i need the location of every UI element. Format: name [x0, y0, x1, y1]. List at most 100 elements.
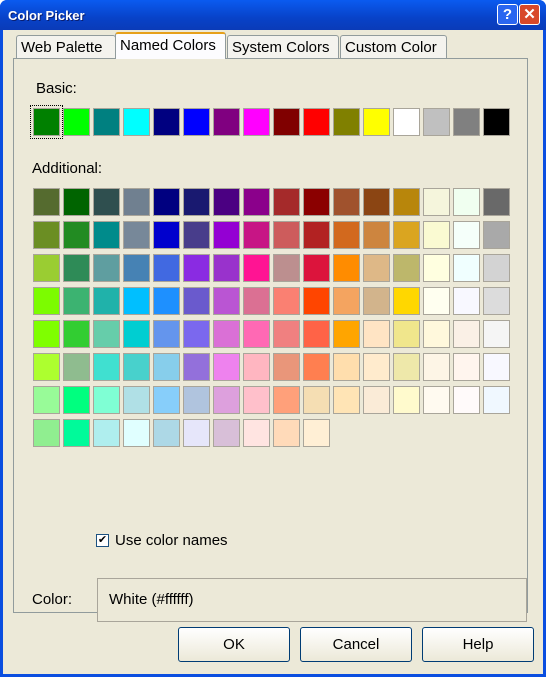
basic-color-swatch[interactable]: [363, 108, 390, 136]
additional-color-swatch[interactable]: [303, 320, 330, 348]
additional-color-swatch[interactable]: [393, 287, 420, 315]
additional-color-swatch[interactable]: [423, 320, 450, 348]
additional-color-swatch[interactable]: [63, 188, 90, 216]
additional-color-swatch[interactable]: [363, 254, 390, 282]
additional-color-swatch[interactable]: [273, 386, 300, 414]
additional-color-swatch[interactable]: [33, 320, 60, 348]
additional-color-swatch[interactable]: [213, 320, 240, 348]
additional-color-swatch[interactable]: [93, 221, 120, 249]
additional-color-swatch[interactable]: [63, 221, 90, 249]
additional-color-swatch[interactable]: [153, 419, 180, 447]
additional-color-swatch[interactable]: [33, 419, 60, 447]
additional-color-swatch[interactable]: [33, 353, 60, 381]
additional-color-swatch[interactable]: [243, 254, 270, 282]
additional-color-swatch[interactable]: [183, 419, 210, 447]
basic-color-swatch[interactable]: [453, 108, 480, 136]
additional-color-swatch[interactable]: [363, 386, 390, 414]
basic-color-swatch[interactable]: [393, 108, 420, 136]
ok-button[interactable]: OK: [178, 627, 290, 662]
additional-color-swatch[interactable]: [303, 221, 330, 249]
additional-color-swatch[interactable]: [123, 386, 150, 414]
additional-color-swatch[interactable]: [483, 287, 510, 315]
additional-color-swatch[interactable]: [453, 287, 480, 315]
additional-color-swatch[interactable]: [33, 188, 60, 216]
additional-color-swatch[interactable]: [333, 320, 360, 348]
additional-color-swatch[interactable]: [303, 386, 330, 414]
additional-color-swatch[interactable]: [33, 221, 60, 249]
tab-system-colors[interactable]: System Colors: [227, 35, 339, 58]
additional-color-swatch[interactable]: [33, 386, 60, 414]
additional-color-swatch[interactable]: [303, 419, 330, 447]
additional-color-swatch[interactable]: [453, 221, 480, 249]
additional-color-swatch[interactable]: [123, 320, 150, 348]
close-button[interactable]: ✕: [519, 4, 540, 25]
basic-color-swatch[interactable]: [183, 108, 210, 136]
additional-color-swatch[interactable]: [333, 221, 360, 249]
additional-color-swatch[interactable]: [213, 419, 240, 447]
basic-color-swatch[interactable]: [273, 108, 300, 136]
additional-color-swatch[interactable]: [453, 386, 480, 414]
additional-color-swatch[interactable]: [183, 221, 210, 249]
basic-color-swatch[interactable]: [333, 108, 360, 136]
additional-color-swatch[interactable]: [33, 254, 60, 282]
additional-color-swatch[interactable]: [213, 188, 240, 216]
additional-color-swatch[interactable]: [63, 353, 90, 381]
additional-color-swatch[interactable]: [423, 287, 450, 315]
additional-color-swatch[interactable]: [363, 287, 390, 315]
additional-color-swatch[interactable]: [333, 254, 360, 282]
additional-color-swatch[interactable]: [363, 188, 390, 216]
additional-color-swatch[interactable]: [483, 386, 510, 414]
basic-color-swatch[interactable]: [303, 108, 330, 136]
additional-color-swatch[interactable]: [453, 188, 480, 216]
additional-color-swatch[interactable]: [63, 287, 90, 315]
additional-color-swatch[interactable]: [273, 353, 300, 381]
additional-color-swatch[interactable]: [333, 386, 360, 414]
additional-color-swatch[interactable]: [63, 254, 90, 282]
additional-color-swatch[interactable]: [213, 221, 240, 249]
additional-color-swatch[interactable]: [273, 287, 300, 315]
additional-color-swatch[interactable]: [153, 353, 180, 381]
tab-named-colors[interactable]: Named Colors: [115, 32, 226, 59]
additional-color-swatch[interactable]: [183, 320, 210, 348]
additional-color-swatch[interactable]: [303, 254, 330, 282]
additional-color-swatch[interactable]: [153, 221, 180, 249]
additional-color-swatch[interactable]: [393, 386, 420, 414]
additional-color-swatch[interactable]: [93, 386, 120, 414]
additional-color-swatch[interactable]: [183, 254, 210, 282]
additional-color-swatch[interactable]: [243, 419, 270, 447]
additional-color-swatch[interactable]: [153, 320, 180, 348]
additional-color-swatch[interactable]: [483, 188, 510, 216]
use-color-names-label[interactable]: Use color names: [115, 532, 228, 549]
additional-color-swatch[interactable]: [213, 287, 240, 315]
additional-color-swatch[interactable]: [333, 353, 360, 381]
basic-color-swatch[interactable]: [483, 108, 510, 136]
additional-color-swatch[interactable]: [303, 287, 330, 315]
additional-color-swatch[interactable]: [333, 287, 360, 315]
additional-color-swatch[interactable]: [363, 221, 390, 249]
additional-color-swatch[interactable]: [453, 320, 480, 348]
additional-color-swatch[interactable]: [153, 386, 180, 414]
basic-color-swatch[interactable]: [93, 108, 120, 136]
additional-color-swatch[interactable]: [243, 188, 270, 216]
additional-color-swatch[interactable]: [243, 386, 270, 414]
additional-color-swatch[interactable]: [273, 188, 300, 216]
additional-color-swatch[interactable]: [423, 254, 450, 282]
additional-color-swatch[interactable]: [273, 254, 300, 282]
additional-color-swatch[interactable]: [93, 254, 120, 282]
additional-color-swatch[interactable]: [243, 320, 270, 348]
additional-color-swatch[interactable]: [183, 188, 210, 216]
additional-color-swatch[interactable]: [423, 188, 450, 216]
help-title-button[interactable]: ?: [497, 4, 518, 25]
additional-color-swatch[interactable]: [423, 386, 450, 414]
basic-color-swatch[interactable]: [123, 108, 150, 136]
additional-color-swatch[interactable]: [363, 353, 390, 381]
additional-color-swatch[interactable]: [423, 353, 450, 381]
additional-color-swatch[interactable]: [93, 320, 120, 348]
additional-color-swatch[interactable]: [363, 320, 390, 348]
additional-color-swatch[interactable]: [243, 287, 270, 315]
additional-color-swatch[interactable]: [243, 221, 270, 249]
additional-color-swatch[interactable]: [153, 287, 180, 315]
additional-color-swatch[interactable]: [303, 353, 330, 381]
additional-color-swatch[interactable]: [273, 419, 300, 447]
additional-color-swatch[interactable]: [483, 221, 510, 249]
